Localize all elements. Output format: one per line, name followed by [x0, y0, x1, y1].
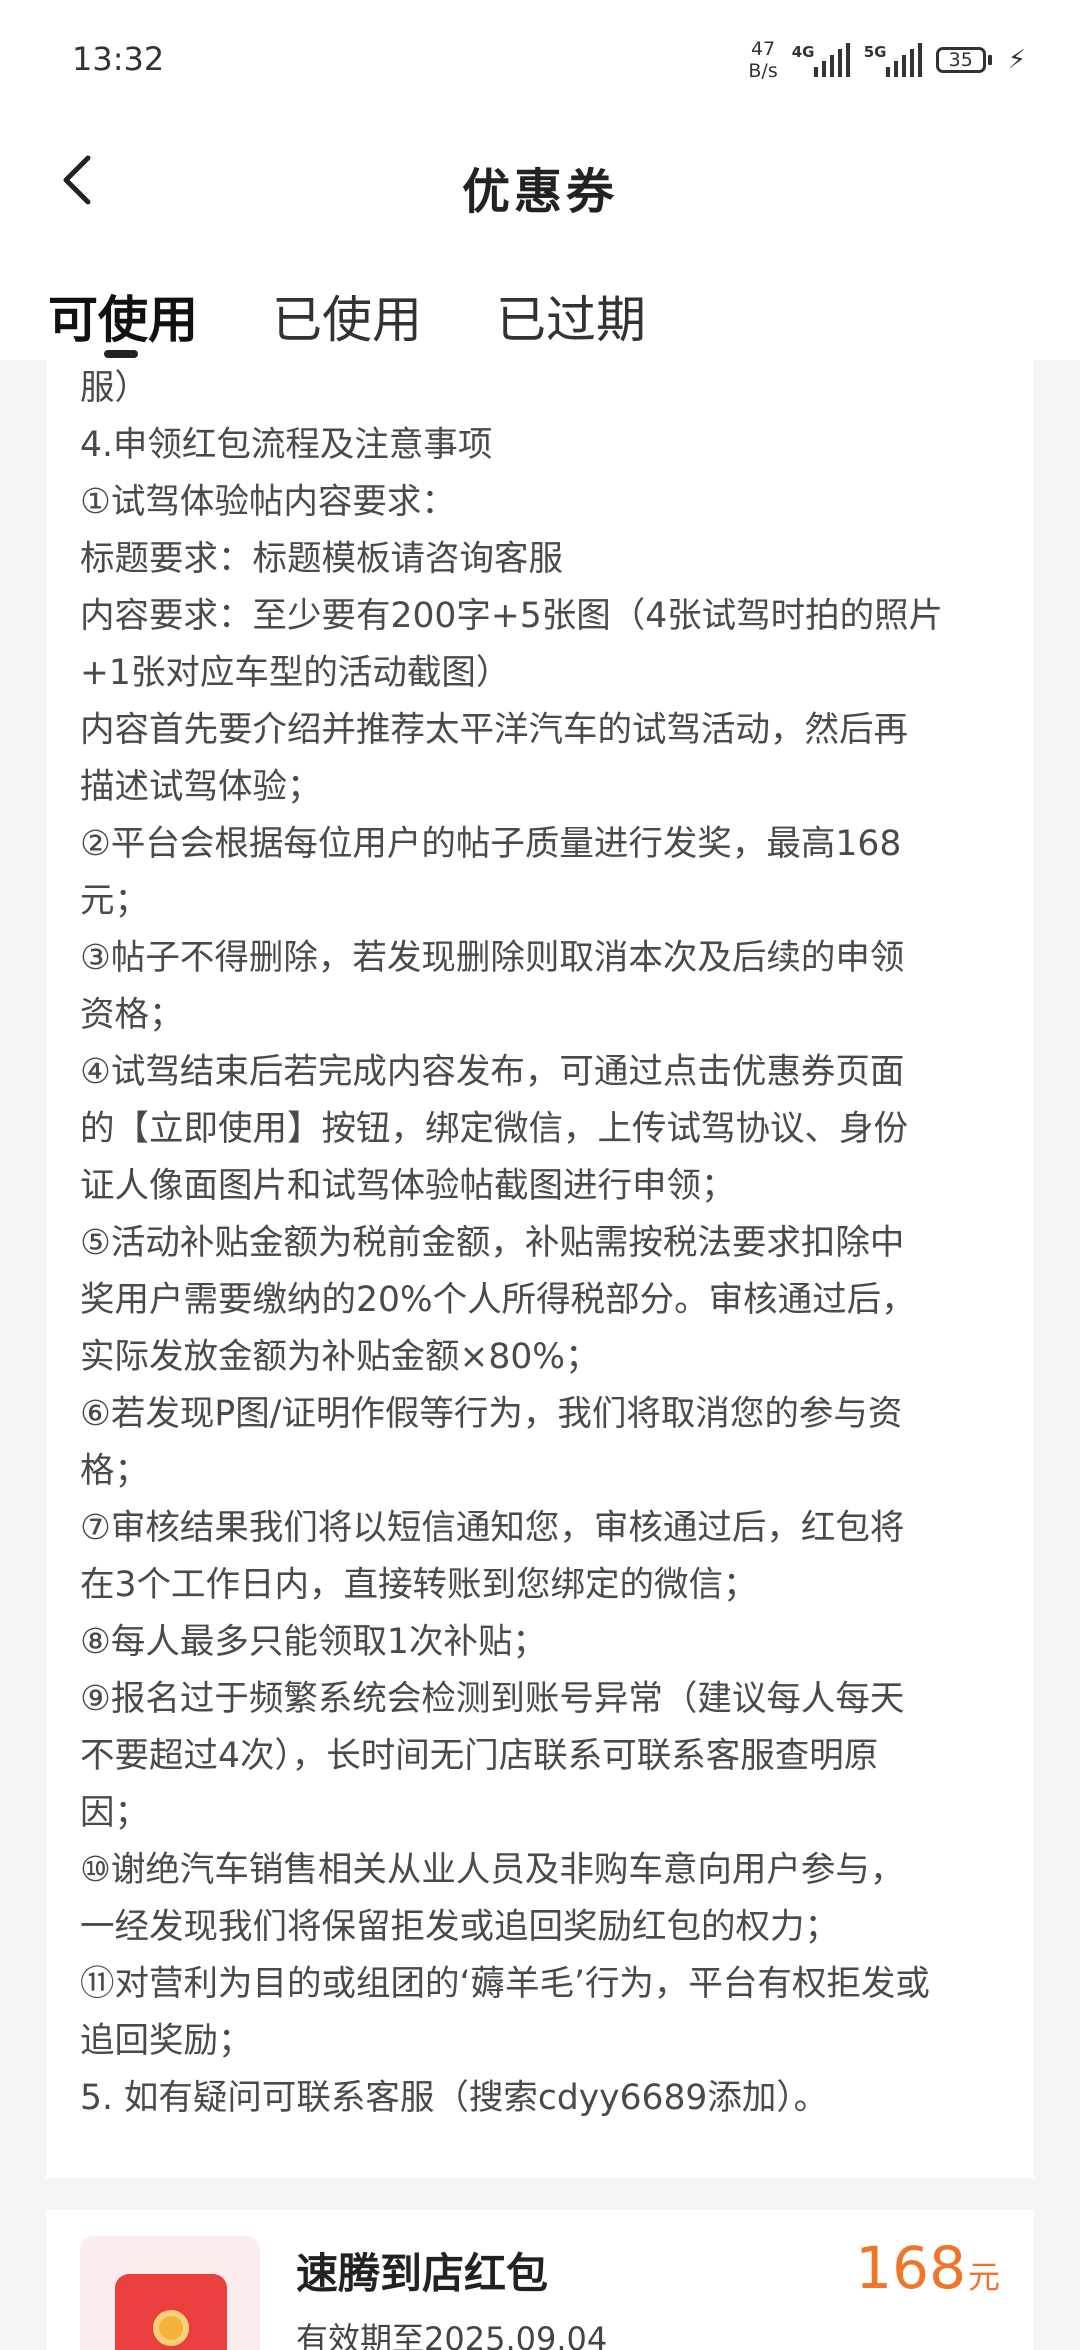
rule-line: 5. 如有疑问可联系客服（搜索cdyy6689添加）。 [80, 2078, 829, 2118]
rule-line: 不要超过4次），长时间无门店联系可联系客服查明原 [80, 1736, 879, 1776]
rule-line: ⑤活动补贴金额为税前金额，补贴需按税法要求扣除中 [80, 1223, 905, 1263]
rule-line: 内容首先要介绍并推荐太平洋汽车的试驾活动，然后再 [80, 710, 908, 750]
rule-line: 标题要求：标题模板请咨询客服 [80, 539, 563, 579]
coupon-card[interactable]: 速腾到店红包 有效期至2025.09.04 168 元 [46, 2210, 1034, 2350]
tab-label: 已使用 [272, 291, 422, 349]
rule-line: ②平台会根据每位用户的帖子质量进行发奖，最高168 [80, 824, 902, 864]
rule-line: 描述试驾体验； [80, 767, 322, 807]
status-bar: 13:32 47 B/s 4G 5G 35 ⚡ [0, 0, 1080, 120]
coupon-name: 速腾到店红包 [296, 2249, 549, 2298]
red-packet-icon [115, 2274, 227, 2350]
rule-line: 在3个工作日内，直接转账到您绑定的微信； [80, 1565, 758, 1605]
status-indicators: 47 B/s 4G 5G 35 ⚡ [748, 34, 1026, 86]
rule-line: ⑦审核结果我们将以短信通知您，审核通过后，红包将 [80, 1508, 905, 1548]
signal-icon: 5G [864, 43, 922, 77]
rule-line: 的【立即使用】按钮，绑定微信，上传试驾协议、身份 [80, 1109, 908, 1149]
rule-line: 元； [80, 881, 149, 921]
tab-used[interactable]: 已使用 [272, 280, 422, 360]
coupon-validity: 有效期至2025.09.04 [296, 2320, 608, 2350]
tab-available[interactable]: 可使用 [48, 280, 198, 360]
rule-line: 因； [80, 1793, 149, 1833]
network-speed-unit: B/s [748, 60, 778, 82]
coupon-tabs: 可使用 已使用 已过期 [48, 280, 646, 360]
rule-line: 奖用户需要缴纳的20%个人所得税部分。审核通过后， [80, 1280, 916, 1320]
rule-line: 格； [80, 1451, 149, 1491]
coupon-rules-text: 服） 4.申领红包流程及注意事项 ①试驾体验帖内容要求： 标题要求：标题模板请咨… [80, 360, 1010, 2127]
status-time: 13:32 [72, 40, 165, 78]
rule-line: ⑩谢绝汽车销售相关从业人员及非购车意向用户参与， [80, 1850, 905, 1890]
rule-line: 证人像面图片和试驾体验帖截图进行申领； [80, 1166, 736, 1206]
coupon-amount-unit: 元 [967, 2258, 1000, 2296]
coupon-thumbnail [80, 2236, 260, 2350]
rule-line: 4.申领红包流程及注意事项 [80, 425, 493, 465]
network-speed-value: 47 [750, 38, 776, 60]
coupon-rules-card: 服） 4.申领红包流程及注意事项 ①试驾体验帖内容要求： 标题要求：标题模板请咨… [46, 360, 1034, 2178]
signal-icon: 4G [792, 43, 850, 77]
rule-line: ①试驾体验帖内容要求： [80, 482, 456, 522]
page-title: 优惠券 [461, 164, 618, 220]
rule-line: 追回奖励； [80, 2021, 253, 2061]
tab-label: 可使用 [48, 291, 198, 349]
rule-line: 服） [80, 368, 149, 408]
coupon-amount: 168 元 [855, 2234, 1000, 2302]
battery-level: 35 [948, 49, 973, 71]
rule-line: ④试驾结束后若完成内容发布，可通过点击优惠券页面 [80, 1052, 905, 1092]
rule-line: 资格； [80, 995, 184, 1035]
charging-icon: ⚡ [1007, 45, 1026, 75]
tab-label: 已过期 [496, 291, 646, 349]
rule-line: ⑧每人最多只能领取1次补贴； [80, 1622, 547, 1662]
rule-line: 内容要求：至少要有200字+5张图（4张试驾时拍的照片 [80, 596, 944, 636]
rule-line: 实际发放金额为补贴金额×80%； [80, 1337, 600, 1377]
rule-line: ⑪对营利为目的或组团的‘薅羊毛’行为，平台有权拒发或 [80, 1964, 930, 2004]
network-speed: 47 B/s [748, 38, 777, 82]
rule-line: ③帖子不得删除，若发现删除则取消本次及后续的申领 [80, 938, 905, 978]
sim2-label: 5G [863, 43, 887, 61]
rule-line: 一经发现我们将保留拒发或追回奖励红包的权力； [80, 1907, 839, 1947]
coupon-amount-value: 168 [855, 2234, 966, 2302]
rule-line: ⑨报名过于频繁系统会检测到账号异常（建议每人每天 [80, 1679, 905, 1719]
header: 优惠券 可使用 已使用 已过期 [0, 120, 1080, 360]
battery-icon: 35 [935, 47, 992, 73]
rule-line: ⑥若发现P图/证明作假等行为，我们将取消您的参与资 [80, 1394, 903, 1434]
sim1-label: 4G [791, 43, 815, 61]
active-tab-indicator [104, 350, 138, 358]
rule-line: +1张对应车型的活动截图） [80, 653, 511, 693]
tab-expired[interactable]: 已过期 [496, 280, 646, 360]
